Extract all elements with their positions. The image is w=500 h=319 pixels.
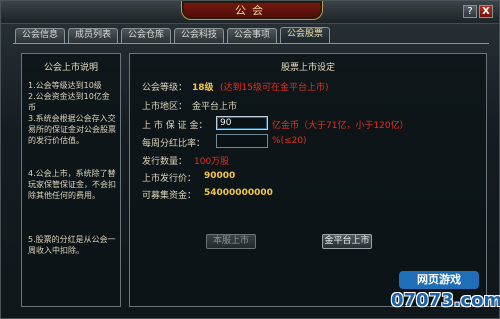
- raisable-funds-label: 可募集资金：: [142, 191, 197, 201]
- site-watermark: 网页游戏 07073.com: [391, 271, 500, 317]
- dividend-rate-label: 每周分红比率：: [142, 139, 206, 149]
- deposit-range-note: 亿金币（大于71亿，小于120亿）: [272, 121, 409, 131]
- tab-guild-affairs[interactable]: 公会事项: [227, 28, 277, 43]
- local-server-listing-button[interactable]: 本服上市: [206, 234, 256, 249]
- deposit-input[interactable]: 90: [216, 116, 268, 130]
- listing-instructions-panel: 公会上市说明 1.公会等级达到10级 2.公会资金达到10亿金币 3.系统会根据…: [21, 53, 121, 307]
- tab-guild-info[interactable]: 公会信息: [15, 28, 65, 43]
- tab-guild-tech[interactable]: 公会科技: [174, 28, 224, 43]
- issue-quantity-label: 发行数量：: [142, 157, 188, 167]
- listing-area-label: 上市地区：: [142, 102, 188, 112]
- issue-price-value: 90000: [204, 171, 236, 181]
- tab-member-list[interactable]: 成员列表: [68, 28, 118, 43]
- watermark-bottom-text: 07073.com: [391, 290, 500, 311]
- instruction-item: 3.系统会根据公会存入交易所的保证金对公会股票的发行价估值。: [28, 114, 116, 145]
- title-bar: 公会 ? X: [1, 1, 499, 24]
- tab-guild-stock[interactable]: 公会股票: [280, 27, 330, 44]
- instruction-item: 5.股票的分红是从公会一周收入中扣除。: [28, 235, 116, 255]
- guild-window: 公会 ? X 公会信息 成员列表 公会仓库 公会科技 公会事项 公会股票 公会上…: [0, 0, 500, 319]
- instruction-item: 1.公会等级达到10级: [28, 81, 102, 90]
- issue-price-label: 上市发行价：: [142, 174, 197, 184]
- instructions-title: 公会上市说明: [43, 63, 98, 73]
- stock-listing-settings-panel: 股票上市设定 公会等级： 18级 (达到15级可在金平台上市) 上市地区： 金平…: [129, 53, 487, 307]
- help-button[interactable]: ?: [463, 5, 477, 18]
- instruction-item: 2.公会资金达到10亿金币: [28, 92, 110, 112]
- window-title: 公会: [235, 4, 269, 17]
- issue-quantity-value: 100万股: [194, 157, 230, 167]
- instruction-item: 4.公会上市，系统除了替玩家保管保证金，不会扣除其他任何的费用。: [28, 169, 116, 200]
- guild-level-note: (达到15级可在金平台上市): [220, 83, 329, 93]
- listing-area-value: 金平台上市: [192, 102, 238, 112]
- dividend-limit-note: %(≤20): [272, 136, 307, 146]
- guild-level-value: 18级: [192, 83, 214, 93]
- close-button[interactable]: X: [479, 5, 493, 18]
- title-plaque: 公会: [181, 1, 323, 20]
- tabs-divider: [13, 43, 489, 44]
- deposit-label: 上 市 保 证 金：: [142, 121, 208, 131]
- tab-guild-warehouse[interactable]: 公会仓库: [121, 28, 171, 43]
- watermark-top-text: 网页游戏: [399, 271, 479, 289]
- raisable-funds-value: 54000000000: [204, 188, 273, 198]
- dividend-rate-input[interactable]: [216, 134, 268, 148]
- gold-platform-listing-button[interactable]: 金平台上市: [322, 234, 372, 249]
- guild-level-label: 公会等级：: [142, 83, 188, 93]
- settings-title: 股票上市设定: [280, 63, 335, 73]
